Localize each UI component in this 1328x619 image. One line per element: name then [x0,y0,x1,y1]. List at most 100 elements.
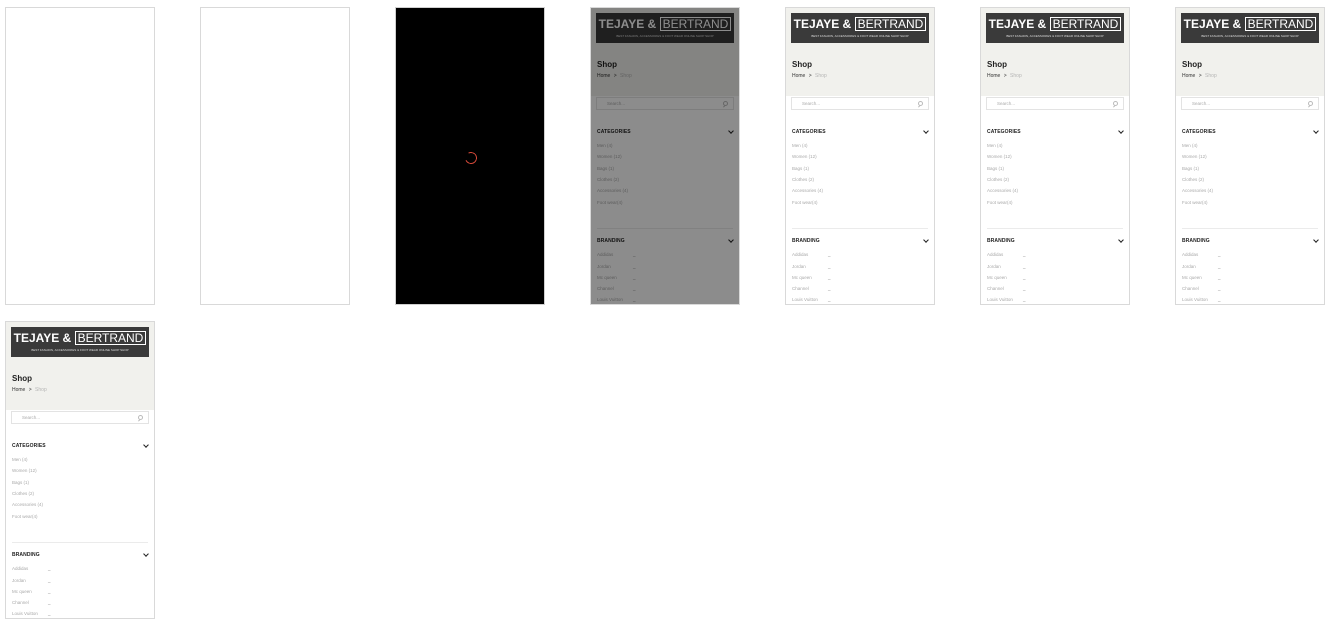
branding-chevron-down-icon[interactable] [1313,237,1319,243]
branding-chevron-down-icon[interactable] [923,237,929,243]
search-input[interactable]: Search... [1181,97,1319,110]
category-item-accessories[interactable]: Accessories (4) [12,502,43,507]
categories-heading[interactable]: CATEGORIES [1182,129,1216,135]
brand-item-louis-vuitton[interactable]: Louis Vuitton _ [1182,297,1221,302]
category-item-bags[interactable]: Bags (1) [1182,166,1199,171]
category-item-bags[interactable]: Bags (1) [987,166,1004,171]
brand-item-addidas[interactable]: Addidas _ [1182,252,1221,257]
section-divider [12,542,148,543]
category-item-foot-wear[interactable]: Foot wear(4) [792,200,818,205]
brand-item-channel[interactable]: Channel _ [12,600,51,605]
brand-item-channel[interactable]: Channel _ [792,286,831,291]
search-placeholder: Search... [997,101,1016,106]
categories-chevron-down-icon[interactable] [143,442,149,448]
brand-item-channel[interactable]: Channel _ [1182,286,1221,291]
brand-item-jordan[interactable]: Jordan _ [1182,264,1221,269]
brand-item-louis-vuitton[interactable]: Louis Vuitton _ [12,611,51,616]
category-item-accessories[interactable]: Accessories (4) [987,188,1018,193]
shop-page: TEJAYE & BERTRAND BEST FASHION, ACCESSOR… [6,322,154,618]
frame-loading [395,7,545,305]
brand-item-jordan[interactable]: Jordan _ [792,264,831,269]
section-divider [987,228,1123,229]
search-placeholder: Search... [1192,101,1211,106]
logo-name-right: BERTRAND [74,331,147,345]
branding-chevron-down-icon[interactable] [143,551,149,557]
category-item-men[interactable]: Men (4) [987,143,1003,148]
breadcrumb-current: Shop [35,387,47,393]
search-icon[interactable] [1113,101,1118,106]
brand-item-louis-vuitton[interactable]: Louis Vuitton _ [987,297,1026,302]
site-logo[interactable]: TEJAYE & BERTRAND BEST FASHION, ACCESSOR… [11,327,149,357]
brand-item-mc-queen[interactable]: Mc queen _ [792,275,831,280]
categories-heading[interactable]: CATEGORIES [12,443,46,449]
categories-chevron-down-icon[interactable] [1313,128,1319,134]
breadcrumb: Home > Shop [792,73,827,79]
breadcrumb-home-link[interactable]: Home [792,73,805,79]
brand-item-jordan[interactable]: Jordan _ [12,578,51,583]
branding-heading[interactable]: BRANDING [12,552,40,558]
brand-item-addidas[interactable]: Addidas _ [12,566,51,571]
logo-tagline: BEST FASHION, ACCESSORIES & FOOT WEAR ON… [1201,34,1299,38]
site-logo[interactable]: TEJAYE & BERTRAND BEST FASHION, ACCESSOR… [986,13,1124,43]
search-input[interactable]: Search... [791,97,929,110]
category-item-men[interactable]: Men (4) [12,457,28,462]
category-item-foot-wear[interactable]: Foot wear(4) [1182,200,1208,205]
category-item-foot-wear[interactable]: Foot wear(4) [12,514,38,519]
breadcrumb-home-link[interactable]: Home [12,387,25,393]
breadcrumb-home-link[interactable]: Home [1182,73,1195,79]
branding-heading[interactable]: BRANDING [1182,238,1210,244]
categories-chevron-down-icon[interactable] [923,128,929,134]
brand-item-jordan[interactable]: Jordan _ [987,264,1026,269]
breadcrumb-separator: > [28,387,32,393]
frame-loaded-2: TEJAYE & BERTRAND BEST FASHION, ACCESSOR… [980,7,1130,305]
category-item-clothes[interactable]: Clothes (2) [12,491,34,496]
page-header: TEJAYE & BERTRAND BEST FASHION, ACCESSOR… [786,8,934,96]
brand-item-mc-queen[interactable]: Mc queen _ [12,589,51,594]
category-item-bags[interactable]: Bags (1) [792,166,809,171]
category-item-women[interactable]: Women (12) [1182,154,1207,159]
breadcrumb-home-link[interactable]: Home [987,73,1000,79]
category-item-clothes[interactable]: Clothes (2) [987,177,1009,182]
breadcrumb-current: Shop [1205,73,1217,79]
search-input[interactable]: Search... [11,411,149,424]
category-item-bags[interactable]: Bags (1) [12,480,29,485]
breadcrumb-separator: > [1003,73,1007,79]
site-logo[interactable]: TEJAYE & BERTRAND BEST FASHION, ACCESSOR… [791,13,929,43]
breadcrumb-current: Shop [1010,73,1022,79]
frame-loaded-4: TEJAYE & BERTRAND BEST FASHION, ACCESSOR… [5,321,155,619]
category-item-men[interactable]: Men (4) [792,143,808,148]
brand-item-addidas[interactable]: Addidas _ [987,252,1026,257]
branding-chevron-down-icon[interactable] [1118,237,1124,243]
category-item-women[interactable]: Women (12) [12,468,37,473]
categories-chevron-down-icon[interactable] [1118,128,1124,134]
frame-loaded-3: TEJAYE & BERTRAND BEST FASHION, ACCESSOR… [1175,7,1325,305]
site-logo[interactable]: TEJAYE & BERTRAND BEST FASHION, ACCESSOR… [1181,13,1319,43]
brand-item-mc-queen[interactable]: Mc queen _ [1182,275,1221,280]
category-item-clothes[interactable]: Clothes (2) [1182,177,1204,182]
category-item-accessories[interactable]: Accessories (4) [1182,188,1213,193]
breadcrumb-current: Shop [815,73,827,79]
search-placeholder: Search... [22,415,41,420]
category-item-women[interactable]: Women (12) [987,154,1012,159]
category-item-clothes[interactable]: Clothes (2) [792,177,814,182]
brand-item-louis-vuitton[interactable]: Louis Vuitton _ [792,297,831,302]
brand-item-channel[interactable]: Channel _ [987,286,1026,291]
branding-heading[interactable]: BRANDING [987,238,1015,244]
shop-page: TEJAYE & BERTRAND BEST FASHION, ACCESSOR… [1176,8,1324,304]
logo-name-left: TEJAYE & [1183,17,1242,31]
category-item-women[interactable]: Women (12) [792,154,817,159]
categories-heading[interactable]: CATEGORIES [987,129,1021,135]
brand-item-mc-queen[interactable]: Mc queen _ [987,275,1026,280]
category-item-foot-wear[interactable]: Foot wear(4) [987,200,1013,205]
search-icon[interactable] [138,415,143,420]
category-item-accessories[interactable]: Accessories (4) [792,188,823,193]
search-icon[interactable] [1308,101,1313,106]
category-item-men[interactable]: Men (4) [1182,143,1198,148]
categories-heading[interactable]: CATEGORIES [792,129,826,135]
logo-name-right: BERTRAND [1244,17,1317,31]
search-input[interactable]: Search... [986,97,1124,110]
breadcrumb: Home > Shop [987,73,1022,79]
brand-item-addidas[interactable]: Addidas _ [792,252,831,257]
branding-heading[interactable]: BRANDING [792,238,820,244]
search-icon[interactable] [918,101,923,106]
